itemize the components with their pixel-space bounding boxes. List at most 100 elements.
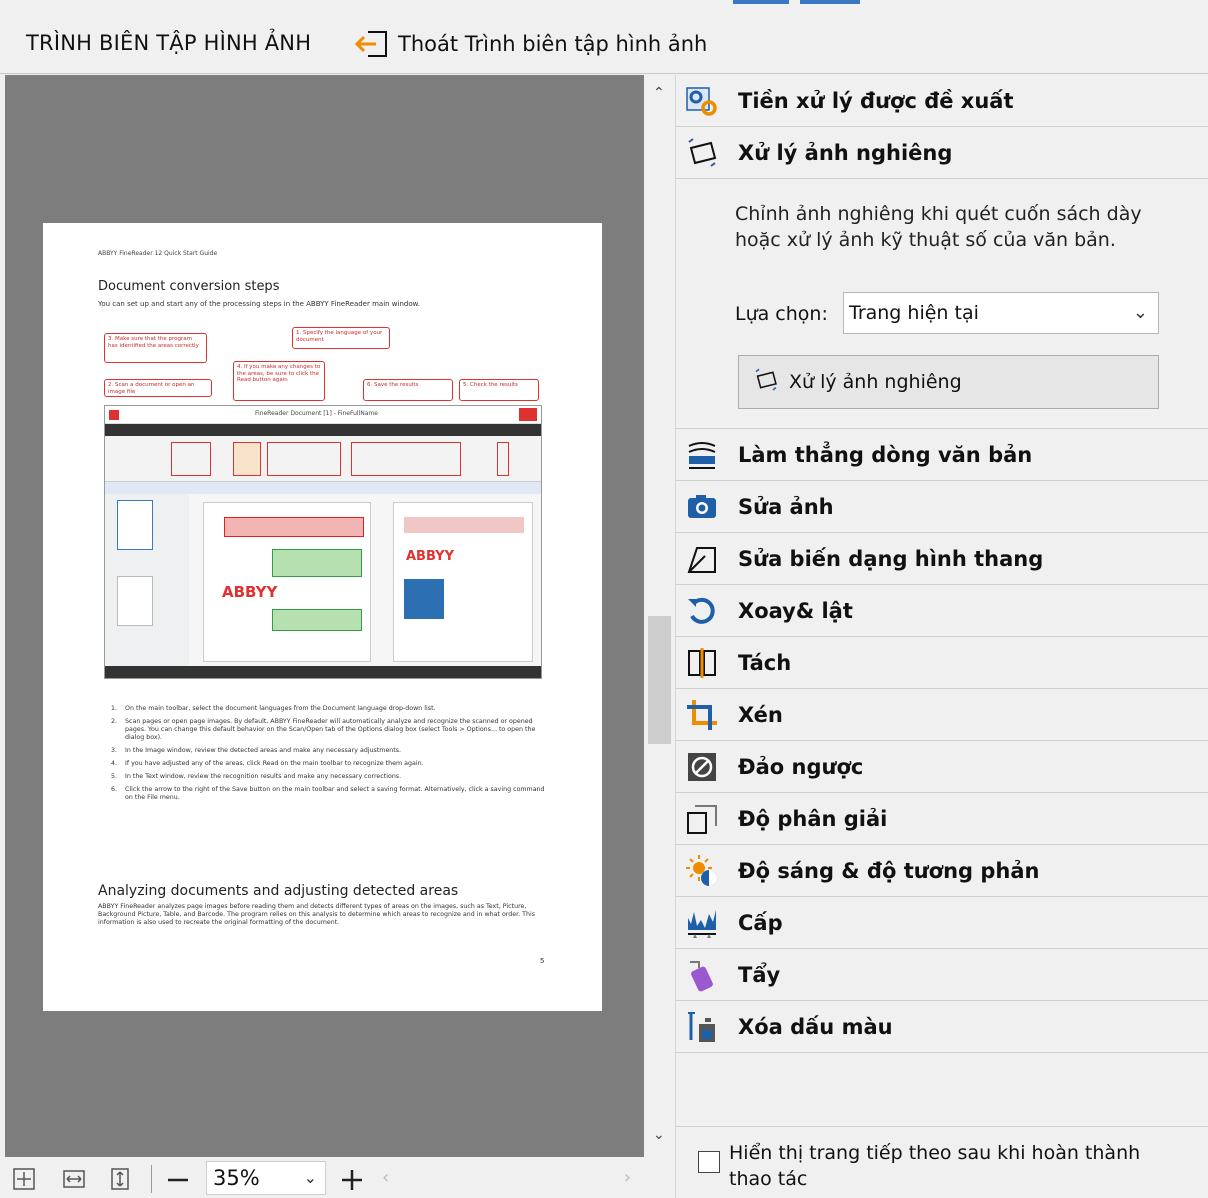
shot-statusbar xyxy=(105,666,541,678)
list-item: 5. In the Text window, review the recogni… xyxy=(111,773,402,780)
shot-logo: ABBYY xyxy=(222,583,278,601)
accent-tab-2 xyxy=(800,0,860,4)
scroll-right-icon[interactable]: › xyxy=(624,1167,631,1188)
fit-page-icon[interactable] xyxy=(12,1167,36,1191)
shot-menubar xyxy=(105,424,541,436)
panel-item-photo-correction[interactable]: Sửa ảnh xyxy=(676,481,1208,533)
scroll-down-icon[interactable]: ⌄ xyxy=(653,1127,665,1143)
skew-icon xyxy=(753,367,779,398)
zoom-value: 35% xyxy=(213,1166,260,1190)
scroll-left-icon[interactable]: ‹ xyxy=(382,1167,389,1188)
panel-item-eraser[interactable]: Tẩy xyxy=(676,949,1208,1001)
invert-icon xyxy=(676,741,722,793)
accent-tab-1 xyxy=(733,0,789,4)
shot-ribbon xyxy=(105,436,541,482)
panel-item-straighten-lines[interactable]: Làm thẳng dòng văn bản xyxy=(676,429,1208,481)
shot-mark-open xyxy=(171,442,211,476)
callout-6: 6. Save the results xyxy=(363,379,453,401)
panel-item-label: Đảo ngược xyxy=(738,754,864,779)
shot-mark-language xyxy=(267,442,341,476)
panel-item-remove-color-marks[interactable]: Xóa dấu màu xyxy=(676,1001,1208,1053)
image-viewer[interactable]: ABBYY FineReader 12 Quick Start Guide Do… xyxy=(5,75,644,1157)
panel-item-label: Làm thẳng dòng văn bản xyxy=(738,442,1033,467)
exit-editor-button[interactable]: Thoát Trình biên tập hình ảnh xyxy=(354,28,707,60)
zoom-in-icon[interactable] xyxy=(340,1167,364,1191)
exit-editor-label: Thoát Trình biên tập hình ảnh xyxy=(398,32,708,56)
panel-item-label: Cấp xyxy=(738,910,783,935)
callout-1: 1. Specify the language of your document xyxy=(292,327,390,349)
eraser-icon xyxy=(676,949,722,1001)
selection-label: Lựa chọn: xyxy=(735,303,828,325)
scroll-thumb[interactable] xyxy=(648,616,671,744)
shot-area-green-1 xyxy=(272,549,362,577)
panel-item-split[interactable]: Tách xyxy=(676,637,1208,689)
vertical-scrollbar[interactable]: ⌃ ⌄ xyxy=(644,75,675,1157)
panel-item-resolution[interactable]: Độ phân giải xyxy=(676,793,1208,845)
zoom-toolbar: 35% ⌄ ‹ › xyxy=(0,1157,644,1198)
selection-value: Trang hiện tại xyxy=(849,302,979,324)
panel-item-label: Sửa ảnh xyxy=(738,494,834,519)
fit-width-icon[interactable] xyxy=(62,1167,86,1191)
panel-item-invert[interactable]: Đảo ngược xyxy=(676,741,1208,793)
shot-thumb-2 xyxy=(117,576,153,626)
panel-item-rotate-flip[interactable]: Xoay& lật xyxy=(676,585,1208,637)
panel-item-brightness[interactable]: Độ sáng & độ tương phản xyxy=(676,845,1208,897)
callout-4: 4. If you make any changes to the areas,… xyxy=(233,361,325,401)
remove-color-marks-icon xyxy=(676,1001,722,1053)
page-paragraph: ABBYY FineReader analyzes page images be… xyxy=(98,903,536,926)
shot-text-pane: ABBYY xyxy=(393,502,533,662)
zoom-out-icon[interactable] xyxy=(166,1167,190,1191)
shot-app-icon xyxy=(109,410,119,420)
panel-item-label: Xoay& lật xyxy=(738,598,853,623)
panel-footer: Hiển thị trang tiếp theo sau khi hoàn th… xyxy=(676,1126,1208,1198)
panel-item-recommended-preprocessing[interactable]: Tiền xử lý được đề xuất xyxy=(676,75,1208,127)
show-next-page-label[interactable]: Hiển thị trang tiếp theo sau khi hoàn th… xyxy=(729,1140,1169,1192)
shot-pages xyxy=(105,494,189,666)
gears-icon xyxy=(676,75,722,127)
page-subtitle: You can set up and start any of the proc… xyxy=(98,300,420,308)
deskew-button[interactable]: Xử lý ảnh nghiêng xyxy=(738,355,1159,409)
show-next-page-checkbox[interactable] xyxy=(698,1151,720,1173)
shot-area-red xyxy=(224,517,364,537)
shot-text-logo: ABBYY xyxy=(406,549,454,564)
skew-icon xyxy=(676,127,722,179)
levels-icon xyxy=(676,897,722,949)
panel-item-label: Độ phân giải xyxy=(738,806,888,831)
straighten-lines-icon xyxy=(676,429,722,481)
list-item: 4. If you have adjusted any of the areas,… xyxy=(111,760,424,767)
shot-image-pane: ABBYY xyxy=(203,502,371,662)
panel-item-label: Độ sáng & độ tương phản xyxy=(738,858,1040,883)
shot-mark-save xyxy=(351,442,461,476)
callout-2: 2. Scan a document or open an image file xyxy=(104,379,212,397)
callout-5: 5. Check the results xyxy=(459,379,539,401)
page-heading: Document conversion steps xyxy=(98,279,280,294)
skew-options: Chỉnh ảnh nghiêng khi quét cuốn sách dày… xyxy=(676,179,1208,429)
split-icon xyxy=(676,637,722,689)
panel-item-label: Sửa biến dạng hình thang xyxy=(738,546,1044,571)
deskew-button-label: Xử lý ảnh nghiêng xyxy=(789,371,962,393)
shot-mark-check xyxy=(497,442,509,476)
horizontal-scrollbar[interactable]: ‹ › xyxy=(380,1167,635,1189)
editor-title: TRÌNH BIÊN TẬP HÌNH ẢNH xyxy=(26,31,312,55)
shot-mark-read xyxy=(233,442,261,476)
shot-title: FineReader Document [1] - FineFullName xyxy=(255,410,378,417)
shot-text-heading xyxy=(404,517,524,533)
scroll-up-icon[interactable]: ⌃ xyxy=(653,85,665,101)
selection-dropdown[interactable]: Trang hiện tại ⌄ xyxy=(843,292,1159,334)
divider xyxy=(151,1165,152,1193)
crop-icon xyxy=(676,689,722,741)
panel-item-trapezoid[interactable]: Sửa biến dạng hình thang xyxy=(676,533,1208,585)
panel-item-label: Tiền xử lý được đề xuất xyxy=(738,88,1014,113)
panel-item-crop[interactable]: Xén xyxy=(676,689,1208,741)
panel-item-label: Tẩy xyxy=(738,962,781,987)
exit-arrow-icon xyxy=(354,28,390,60)
fit-height-icon[interactable] xyxy=(108,1167,132,1191)
brightness-icon xyxy=(676,845,722,897)
chevron-down-icon: ⌄ xyxy=(1132,302,1148,323)
zoom-select[interactable]: 35% ⌄ xyxy=(206,1161,326,1195)
panel-item-levels[interactable]: Cấp xyxy=(676,897,1208,949)
callout-3: 3. Make sure that the program has identi… xyxy=(104,333,207,363)
shot-thumb-1 xyxy=(117,500,153,550)
list-item: 1. On the main toolbar, select the docume… xyxy=(111,705,436,712)
panel-item-skew[interactable]: Xử lý ảnh nghiêng xyxy=(676,127,1208,179)
